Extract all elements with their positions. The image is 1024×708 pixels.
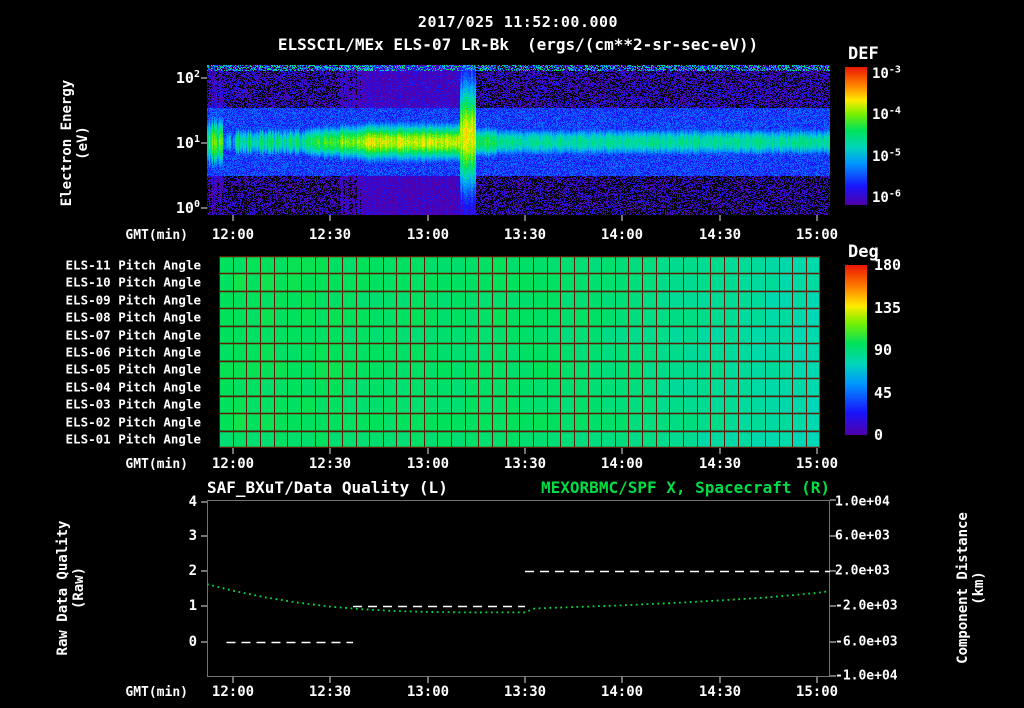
- date-title: 2017/025 11:52:00.000: [417, 13, 619, 31]
- time-tick-label: 13:30: [503, 684, 547, 700]
- time-tick-label: 14:00: [600, 684, 644, 700]
- line-plot-canvas: [207, 500, 830, 677]
- panel3-left-tick: 3: [188, 528, 197, 544]
- colorbar1-tick: 10-5: [872, 147, 901, 165]
- instrument-title: ELSSCIL/MEx ELS-07 LR-Bk: [277, 35, 509, 54]
- panel3-right-y-axis-label-line1: Component Distance: [955, 512, 971, 664]
- def-colorbar: [845, 67, 867, 205]
- time-tick-label: 14:00: [600, 227, 644, 243]
- time-axis-label: GMT(min): [125, 457, 188, 472]
- panel3-left-y-axis-label-line1: Raw Data Quality: [55, 520, 71, 656]
- colorbar1-title: DEF: [848, 44, 879, 64]
- time-axis-label: GMT(min): [125, 228, 188, 243]
- time-tick-label: 13:30: [503, 227, 547, 243]
- panel3-right-y-axis-label: Component Distance (km): [955, 508, 989, 668]
- panel2-row-label: ELS-05 Pitch Angle: [65, 361, 201, 377]
- panel2-row-label: ELS-09 Pitch Angle: [65, 292, 201, 308]
- time-tick-label: 12:00: [211, 456, 255, 472]
- panel3-right-tick: 6.0e+03: [835, 528, 890, 544]
- time-tick-label: 13:00: [406, 456, 450, 472]
- time-tick-label: 12:00: [211, 684, 255, 700]
- colorbar2-tick: 45: [874, 384, 893, 402]
- panel3-left-y-axis-label: Raw Data Quality (Raw): [55, 508, 89, 668]
- panel3-left-tick: 4: [188, 494, 197, 510]
- panel2-row-label: ELS-08 Pitch Angle: [65, 309, 201, 325]
- time-tick-label: 14:30: [698, 227, 742, 243]
- colorbar2-tick: 90: [874, 341, 893, 359]
- panel3-left-tick: 0: [188, 634, 197, 650]
- colorbar2-tick: 135: [874, 299, 902, 317]
- time-tick-label: 14:30: [698, 684, 742, 700]
- panel2-row-label: ELS-10 Pitch Angle: [65, 274, 201, 290]
- time-axis-row-2: GMT(min) 12:00 12:30 13:00 13:30 14:00 1…: [0, 456, 1024, 473]
- panel3-left-tick: 2: [188, 563, 197, 579]
- time-tick-label: 13:00: [406, 684, 450, 700]
- panel2-row-label: ELS-07 Pitch Angle: [65, 327, 201, 343]
- colorbar2-tick: 180: [874, 256, 902, 274]
- panel1-y-axis-label-line1: Electron Energy: [59, 79, 75, 207]
- time-tick-label: 15:00: [795, 456, 839, 472]
- time-tick-label: 14:00: [600, 456, 644, 472]
- pitch-angle-canvas: [207, 256, 830, 448]
- panel3-left-series-title: SAF_BXuT/Data Quality (L): [207, 478, 448, 497]
- time-axis-row-3: GMT(min) 12:00 12:30 13:00 13:30 14:00 1…: [0, 684, 1024, 701]
- panel3-left-tick: 1: [188, 598, 197, 614]
- time-tick-label: 14:30: [698, 456, 742, 472]
- spectrogram-viewer: 2017/025 11:52:00.000 ELSSCIL/MEx ELS-07…: [0, 0, 1024, 708]
- panel1-y-axis-label: Electron Energy (eV): [59, 63, 93, 223]
- panel3-right-tick: -1.0e+04: [835, 668, 898, 684]
- time-tick-label: 13:30: [503, 456, 547, 472]
- panel1-y-tick: 100: [175, 199, 200, 217]
- time-tick-label: 12:30: [308, 227, 352, 243]
- time-tick-label: 12:00: [211, 227, 255, 243]
- time-tick-label: 13:00: [406, 227, 450, 243]
- deg-colorbar: [845, 265, 867, 435]
- time-tick-label: 12:30: [308, 684, 352, 700]
- panel3-right-series-title: MEXORBMC/SPF X, Spacecraft (R): [541, 478, 830, 497]
- panel1-y-tick: 101: [175, 134, 200, 152]
- panel2-row-label: ELS-06 Pitch Angle: [65, 344, 201, 360]
- time-tick-label: 12:30: [308, 456, 352, 472]
- panel3-right-tick: 2.0e+03: [835, 563, 890, 579]
- colorbar1-tick: 10-6: [872, 188, 901, 206]
- panel3-right-tick: -6.0e+03: [835, 634, 898, 650]
- panel1-y-axis-label-line2: (eV): [75, 126, 91, 160]
- colorbar1-tick: 10-4: [872, 105, 901, 123]
- panel2-row-label: ELS-04 Pitch Angle: [65, 379, 201, 395]
- panel3-right-tick: 1.0e+04: [835, 494, 890, 510]
- panel3-left-y-axis-label-line2: (Raw): [71, 566, 87, 610]
- time-axis-label: GMT(min): [125, 685, 188, 700]
- panel3-right-y-axis-label-line2: (km): [971, 571, 987, 605]
- colorbar1-tick: 10-3: [872, 64, 901, 82]
- panel1-y-tick: 102: [175, 69, 200, 87]
- panel2-row-label: ELS-02 Pitch Angle: [65, 414, 201, 430]
- panel2-row-label: ELS-01 Pitch Angle: [65, 431, 201, 447]
- time-tick-label: 15:00: [795, 684, 839, 700]
- colorbar2-tick: 0: [874, 426, 884, 444]
- panel3-right-tick: -2.0e+03: [835, 598, 898, 614]
- panel2-row-label: ELS-03 Pitch Angle: [65, 396, 201, 412]
- panel2-row-label: ELS-11 Pitch Angle: [65, 257, 201, 273]
- units-title: (ergs/(cm**2-sr-sec-eV)): [527, 35, 759, 54]
- electron-spectrogram-canvas: [207, 65, 830, 215]
- time-tick-label: 15:00: [795, 227, 839, 243]
